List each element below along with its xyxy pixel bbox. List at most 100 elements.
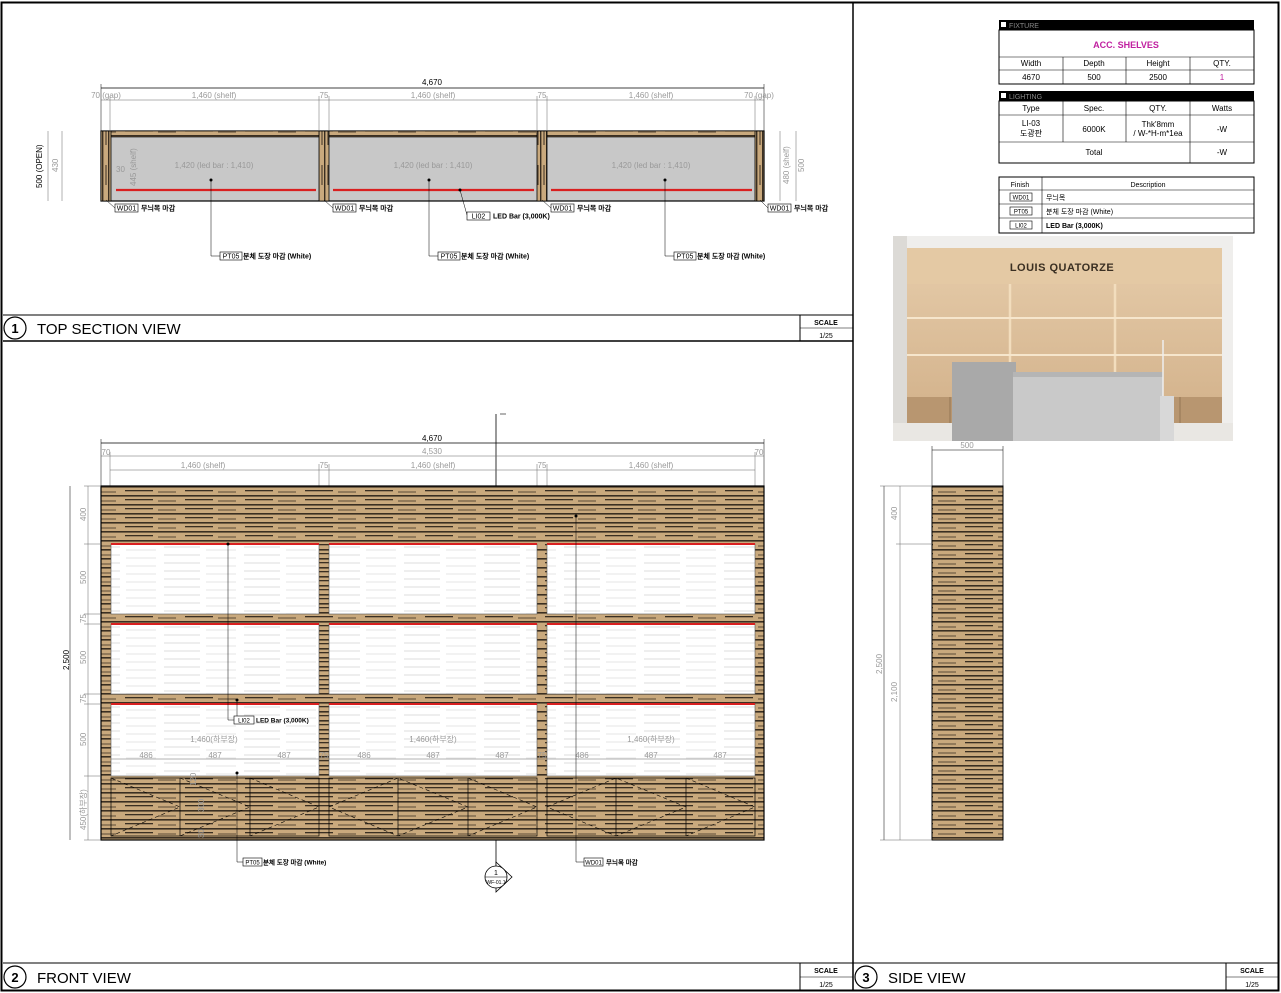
front-overall-dim: 4,670 [422, 434, 443, 443]
front-height-total: 2,500 [62, 649, 71, 670]
svg-text:분체 도장 마감 (White): 분체 도장 마감 (White) [243, 252, 311, 261]
svg-text:LI02: LI02 [238, 719, 250, 725]
svg-text:무늬목: 무늬목 [1046, 193, 1066, 202]
svg-text:Watts: Watts [1212, 104, 1232, 113]
front-view: 4,670 4,530 70 70 1,460 (shelf) 75 1,460… [62, 413, 765, 893]
side-h2500: 2,500 [875, 653, 884, 674]
front-dim-120: 120 [189, 772, 198, 786]
front-h500-1: 500 [79, 570, 88, 584]
svg-text:Type: Type [1022, 104, 1040, 113]
title-bar-side-view: 3 SIDE VIEW SCALE 1/25 [854, 963, 1279, 990]
svg-text:Description: Description [1130, 182, 1165, 189]
top-section-view: 4,670 70 (gap) 1,460 (shelf) 75 1,460 (s… [35, 78, 829, 261]
svg-text:LED Bar (3,000K): LED Bar (3,000K) [493, 214, 550, 221]
top-post-dim-1: 75 [320, 91, 329, 100]
front-lower-dim-1: 1,460(하부장) [190, 734, 238, 744]
front-dim-487-6: 487 [713, 751, 727, 760]
svg-text:WD01: WD01 [553, 206, 573, 213]
svg-text:1/25: 1/25 [819, 982, 833, 989]
front-dim-486-2: 486 [357, 751, 371, 760]
side-h400: 400 [890, 506, 899, 520]
svg-text:분체 도장 마감 (White): 분체 도장 마감 (White) [697, 252, 765, 261]
front-h500-3: 500 [79, 732, 88, 746]
svg-text:Spec.: Spec. [1084, 104, 1104, 113]
lighting-table: LIGHTING Type Spec. QTY. Watts LI-03 도광판… [998, 91, 1255, 164]
svg-text:LI02: LI02 [1015, 224, 1027, 230]
svg-text:Height: Height [1146, 59, 1170, 68]
top-shelf-dim-1: 1,460 (shelf) [192, 91, 237, 100]
top-post-dim-2: 75 [538, 91, 547, 100]
svg-text:1: 1 [1220, 73, 1225, 82]
top-depth-480: 480 (shelf) [782, 146, 791, 184]
svg-text:QTY.: QTY. [1149, 104, 1167, 113]
svg-text:4670: 4670 [1022, 73, 1040, 82]
svg-text:무늬목 마감: 무늬목 마감 [577, 204, 612, 213]
view-title-top: TOP SECTION VIEW [37, 321, 181, 338]
top-depth-open: 500 (OPEN) [35, 144, 44, 188]
top-dim-445: 445 (shelf) [129, 148, 138, 186]
top-label-wd01-4: WD01 무늬목 마감 [759, 199, 829, 213]
svg-text:PT05: PT05 [1014, 210, 1029, 216]
svg-text:무늬목 마감: 무늬목 마감 [141, 204, 176, 213]
svg-text:무늬목 마감: 무늬목 마감 [606, 858, 638, 867]
svg-text:WF-01.1: WF-01.1 [486, 880, 505, 886]
svg-text:WD01: WD01 [335, 206, 355, 213]
top-label-wd01-2: WD01 무늬목 마감 [323, 199, 394, 213]
front-post-lower-2: 75 [538, 751, 547, 760]
front-dim-487-3: 487 [426, 751, 440, 760]
fixture-table: FIXTURE ACC. SHELVES Width Depth Height … [998, 20, 1255, 85]
top-label-wd01-1: WD01 무늬목 마감 [105, 199, 176, 213]
top-led-dim-2: 1,420 (led bar : 1,410) [394, 161, 473, 170]
svg-text:Thk'8mm: Thk'8mm [1142, 120, 1175, 129]
front-dim-30: 30 [197, 829, 206, 838]
svg-text:도광판: 도광판 [1020, 128, 1043, 138]
svg-text:무늬목 마감: 무늬목 마감 [359, 204, 394, 213]
front-shelf-dim-2: 1,460 (shelf) [411, 461, 456, 470]
top-label-wd01-3: WD01 무늬목 마감 [541, 199, 612, 213]
front-shelf-dim-3: 1,460 (shelf) [629, 461, 674, 470]
front-h75-2: 75 [79, 694, 88, 703]
svg-text:WD01: WD01 [1013, 196, 1030, 202]
top-shelf-dim-3: 1,460 (shelf) [629, 91, 674, 100]
front-dim-300: 300 [197, 798, 206, 812]
top-shelf-dim-2: 1,460 (shelf) [411, 91, 456, 100]
svg-text:SCALE: SCALE [1240, 968, 1264, 975]
side-panel [931, 485, 1004, 841]
side-h2100: 2,100 [890, 681, 899, 702]
front-side-left: 70 [102, 448, 111, 457]
front-dim-486-1: 486 [139, 751, 153, 760]
front-h400: 400 [79, 507, 88, 521]
top-depth-500: 500 [797, 158, 806, 172]
top-dim-30a: 30 [116, 165, 125, 174]
top-led-dim-1: 1,420 (led bar : 1,410) [175, 161, 254, 170]
front-shelf-dim-1: 1,460 (shelf) [181, 461, 226, 470]
top-overall-dim: 4,670 [422, 78, 443, 87]
front-lower-dim-2: 1,460(하부장) [409, 734, 457, 744]
front-dim-486-3: 486 [575, 751, 589, 760]
side-depth-dim: 500 [960, 441, 974, 450]
svg-text:FIXTURE: FIXTURE [1009, 23, 1039, 30]
title-bar-top-view: 1 TOP SECTION VIEW SCALE 1/25 [3, 314, 853, 342]
svg-text:PT05: PT05 [245, 861, 260, 867]
svg-text:2500: 2500 [1149, 73, 1167, 82]
svg-text:SCALE: SCALE [814, 968, 838, 975]
svg-text:6000K: 6000K [1082, 125, 1106, 134]
front-inner-dim: 4,530 [422, 447, 443, 456]
svg-text:QTY.: QTY. [1213, 59, 1231, 68]
svg-text:1/25: 1/25 [1245, 982, 1259, 989]
title-bar-front-view: 2 FRONT VIEW SCALE 1/25 [3, 962, 1279, 990]
svg-text:무늬목 마감: 무늬목 마감 [794, 204, 829, 213]
front-h450: 450(하부장) [78, 789, 88, 830]
svg-text:WD01: WD01 [770, 206, 790, 213]
top-gap-left: 70 (gap) [91, 91, 121, 100]
view-number-3: 3 [862, 970, 869, 985]
svg-text:LI-03: LI-03 [1022, 119, 1041, 128]
svg-text:Width: Width [1021, 59, 1041, 68]
svg-text:분체 도장 마감 (White): 분체 도장 마감 (White) [1046, 207, 1113, 216]
front-dim-487-5: 487 [644, 751, 658, 760]
svg-text:LI02: LI02 [472, 214, 486, 221]
svg-text:LIGHTING: LIGHTING [1009, 94, 1042, 101]
svg-text:Total: Total [1086, 148, 1103, 157]
svg-text:/ W-*H-m*1ea: / W-*H-m*1ea [1133, 129, 1183, 138]
top-depth-430: 430 [51, 158, 60, 172]
